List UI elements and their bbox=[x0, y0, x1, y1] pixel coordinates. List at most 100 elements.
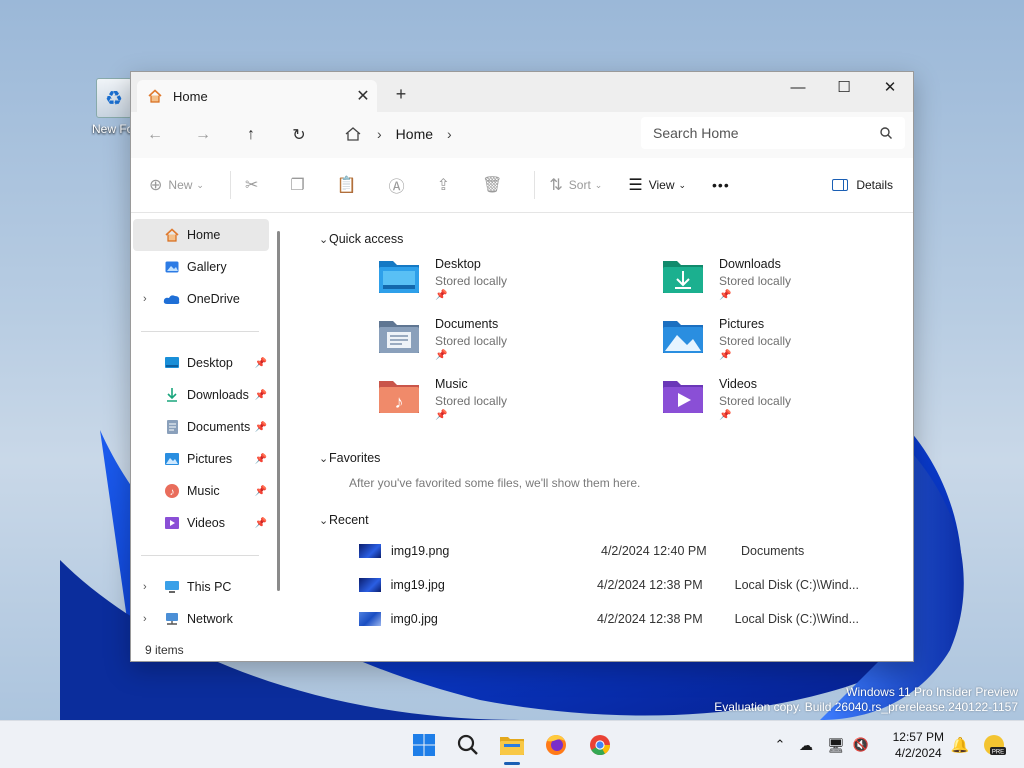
notifications-button[interactable]: 🔔 bbox=[944, 729, 976, 761]
pin-icon: 📌 bbox=[719, 290, 732, 301]
refresh-icon[interactable]: ↻ bbox=[275, 125, 323, 145]
more-options-button[interactable]: ••• bbox=[712, 177, 730, 193]
recent-header[interactable]: ⌄ Recent bbox=[299, 510, 909, 530]
more-label: ••• bbox=[712, 177, 730, 193]
sidebar-item-label: Downloads bbox=[187, 388, 249, 402]
item-name: Pictures bbox=[719, 317, 765, 331]
delete-button[interactable]: 🗑 bbox=[482, 175, 508, 195]
file-date: 4/2/2024 12:38 PM bbox=[597, 578, 703, 592]
list-item[interactable]: img19.png 4/2/2024 12:40 PM Documents bbox=[299, 534, 859, 568]
paste-button[interactable]: 📋 bbox=[337, 175, 363, 195]
pin-icon[interactable]: 📌 bbox=[255, 422, 267, 433]
trash-icon: 🗑 bbox=[482, 177, 503, 194]
sidebar-item-network[interactable]: › Network bbox=[131, 603, 279, 635]
search-box[interactable] bbox=[641, 117, 905, 149]
sidebar-divider bbox=[141, 555, 259, 556]
back-arrow-icon[interactable]: ← bbox=[131, 126, 179, 144]
details-label: Details bbox=[856, 178, 893, 192]
sidebar-item-label: Desktop bbox=[187, 356, 233, 370]
title-bar[interactable]: Home ✕ + — ☐ ✕ bbox=[131, 72, 913, 112]
tab-home[interactable]: Home ✕ bbox=[137, 80, 377, 112]
image-thumbnail-icon bbox=[359, 612, 381, 626]
chevron-right-icon[interactable]: › bbox=[447, 126, 452, 142]
sidebar-item-pictures[interactable]: Pictures 📌 bbox=[131, 443, 279, 475]
file-location: Local Disk (C:)\Wind... bbox=[734, 612, 859, 626]
desktop-folder-icon bbox=[163, 355, 181, 371]
up-arrow-icon[interactable]: ↑ bbox=[227, 126, 275, 144]
volume-muted-icon[interactable]: 🔇 bbox=[850, 737, 872, 753]
sidebar-item-home[interactable]: Home bbox=[133, 219, 269, 251]
sidebar-divider bbox=[141, 331, 259, 332]
network-icon[interactable]: 🖥 bbox=[822, 737, 850, 754]
sidebar-item-desktop[interactable]: Desktop 📌 bbox=[131, 347, 279, 379]
view-button[interactable]: ☰ View ⌄ bbox=[628, 175, 686, 195]
firefox-taskbar-button[interactable] bbox=[540, 729, 572, 761]
chevron-right-icon: › bbox=[377, 126, 382, 142]
sidebar-scrollbar[interactable] bbox=[277, 231, 280, 591]
view-list-icon: ☰ bbox=[628, 177, 643, 194]
pin-icon[interactable]: 📌 bbox=[255, 486, 267, 497]
desktop-folder-icon bbox=[379, 261, 419, 293]
chevron-down-icon: ⌄ bbox=[678, 179, 687, 190]
sidebar-item-label: Network bbox=[187, 612, 233, 626]
rename-button[interactable]: Ⓐ bbox=[389, 173, 411, 197]
sidebar-item-music[interactable]: ♪ Music 📌 bbox=[131, 475, 279, 507]
close-tab-icon[interactable]: ✕ bbox=[349, 86, 377, 106]
close-button[interactable]: ✕ bbox=[867, 72, 913, 102]
quick-access-item-music[interactable]: ♪ Music Stored locally 📌 bbox=[377, 377, 637, 427]
quick-access-header[interactable]: ⌄ Quick access bbox=[299, 229, 909, 249]
cut-button[interactable]: ✂ bbox=[245, 175, 264, 195]
home-icon bbox=[148, 89, 162, 103]
maximize-button[interactable]: ☐ bbox=[821, 72, 867, 102]
start-button[interactable] bbox=[408, 729, 440, 761]
videos-folder-icon bbox=[663, 381, 703, 413]
chevron-right-icon[interactable]: › bbox=[143, 581, 147, 593]
new-button[interactable]: ⊕ New ⌄ bbox=[149, 175, 204, 195]
chevron-right-icon[interactable]: › bbox=[143, 293, 147, 305]
home-icon bbox=[163, 227, 181, 243]
quick-access-item-downloads[interactable]: Downloads Stored locally 📌 bbox=[661, 257, 921, 307]
cloud-offline-icon[interactable]: ☁ bbox=[790, 737, 822, 754]
quick-access-item-desktop[interactable]: Desktop Stored locally 📌 bbox=[377, 257, 637, 307]
sidebar-item-gallery[interactable]: Gallery bbox=[131, 251, 279, 283]
quick-access-item-documents[interactable]: Documents Stored locally 📌 bbox=[377, 317, 637, 367]
details-button[interactable]: Details bbox=[832, 178, 893, 192]
minimize-button[interactable]: — bbox=[775, 72, 821, 102]
forward-arrow-icon[interactable]: → bbox=[179, 126, 227, 144]
sidebar-item-downloads[interactable]: Downloads 📌 bbox=[131, 379, 279, 411]
sidebar-item-videos[interactable]: Videos 📌 bbox=[131, 507, 279, 539]
sidebar-item-this-pc[interactable]: › This PC bbox=[131, 571, 279, 603]
copy-button[interactable]: ❐ bbox=[290, 175, 310, 195]
video-icon bbox=[163, 515, 181, 531]
sidebar-item-label: OneDrive bbox=[187, 292, 240, 306]
item-status: Stored locally bbox=[435, 274, 508, 288]
taskbar-clock[interactable]: 12:57 PM 4/2/2024 bbox=[893, 729, 944, 761]
new-tab-button[interactable]: + bbox=[389, 84, 413, 105]
sort-button[interactable]: ⇅ Sort ⌄ bbox=[549, 175, 602, 195]
sidebar-item-label: Music bbox=[187, 484, 220, 498]
breadcrumb-home[interactable]: Home bbox=[396, 126, 433, 142]
chevron-up-icon[interactable]: ⌃ bbox=[770, 737, 790, 753]
svg-text:♪: ♪ bbox=[170, 487, 175, 498]
list-item[interactable]: img0.jpg 4/2/2024 12:38 PM Local Disk (C… bbox=[299, 602, 859, 636]
share-button[interactable]: ⇪ bbox=[437, 175, 456, 195]
list-item[interactable]: img19.jpg 4/2/2024 12:38 PM Local Disk (… bbox=[299, 568, 859, 602]
file-explorer-taskbar-button[interactable] bbox=[496, 729, 528, 765]
favorites-header[interactable]: ⌄ Favorites bbox=[299, 448, 909, 468]
sidebar-item-onedrive[interactable]: › OneDrive bbox=[131, 283, 279, 315]
quick-access-item-pictures[interactable]: Pictures Stored locally 📌 bbox=[661, 317, 921, 367]
pin-icon[interactable]: 📌 bbox=[255, 390, 267, 401]
quick-access-item-videos[interactable]: Videos Stored locally 📌 bbox=[661, 377, 921, 427]
item-status: Stored locally bbox=[719, 274, 792, 288]
pin-icon[interactable]: 📌 bbox=[255, 358, 267, 369]
search-input[interactable] bbox=[653, 125, 879, 141]
search-taskbar-button[interactable] bbox=[452, 729, 484, 761]
chrome-taskbar-button[interactable] bbox=[584, 729, 616, 761]
pin-icon[interactable]: 📌 bbox=[255, 454, 267, 465]
chevron-right-icon[interactable]: › bbox=[143, 613, 147, 625]
address-bar[interactable]: › Home › bbox=[331, 118, 631, 150]
preview-badge-icon: PRE bbox=[984, 735, 1006, 756]
sidebar-item-documents[interactable]: Documents 📌 bbox=[131, 411, 279, 443]
dev-badge-button[interactable]: PRE bbox=[978, 729, 1010, 761]
pin-icon[interactable]: 📌 bbox=[255, 518, 267, 529]
